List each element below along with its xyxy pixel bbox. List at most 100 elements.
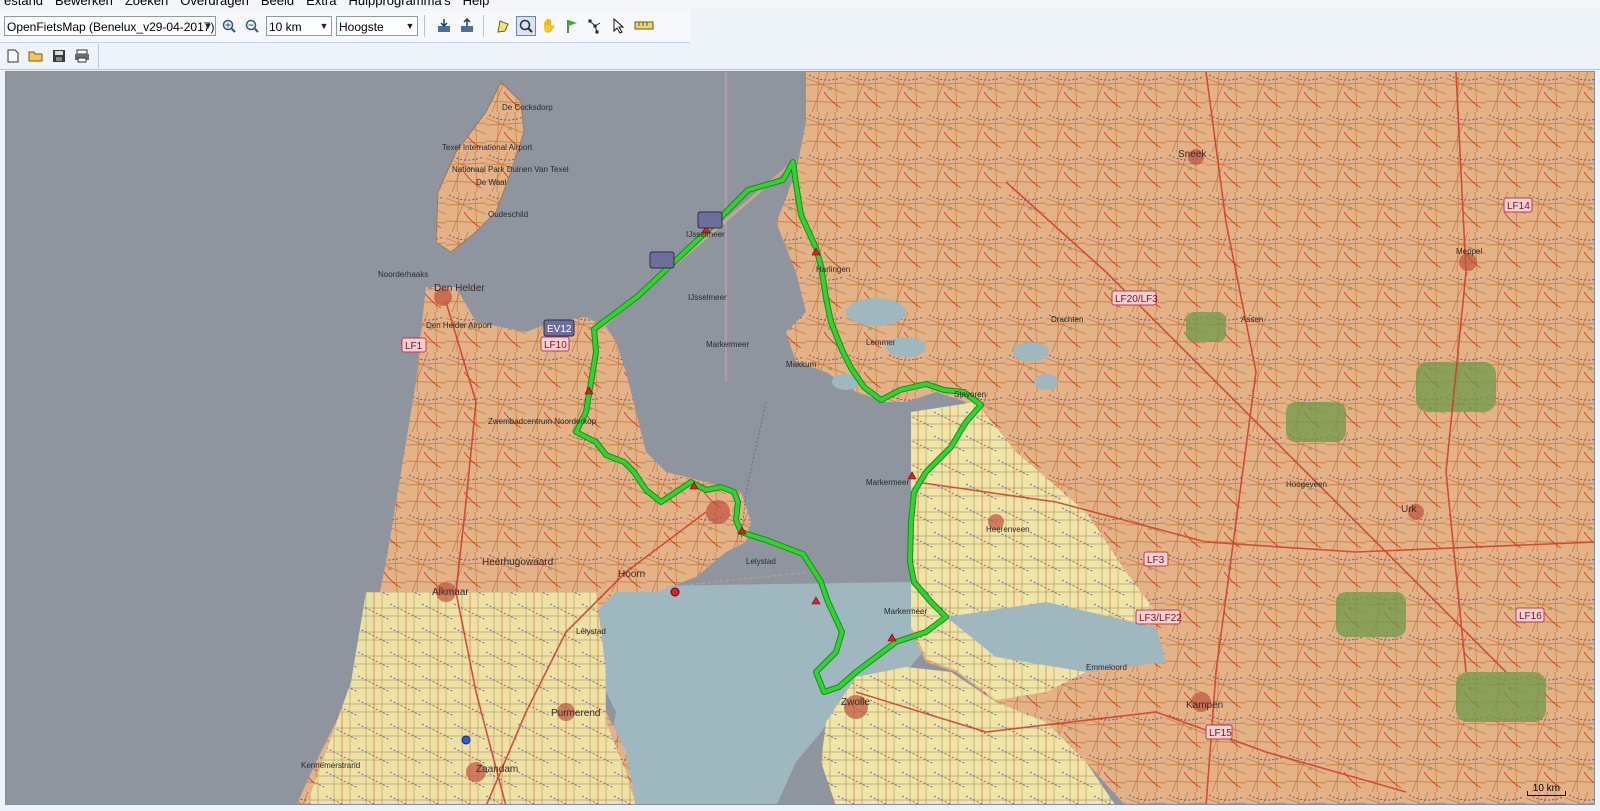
map-scale: 10 km <box>1526 783 1566 796</box>
chevron-down-icon: ▼ <box>203 21 213 31</box>
map-label: Noorderhaaks <box>378 270 428 279</box>
map-label: Assen <box>1241 315 1263 324</box>
map-label: Zaandam <box>476 764 518 775</box>
map-label: IJsselmeer <box>688 293 727 302</box>
svg-text:LF20/LF3: LF20/LF3 <box>1115 294 1158 305</box>
map-label: De Waal <box>476 178 507 187</box>
map-label: IJsselmeer <box>686 230 725 239</box>
menu-item-3[interactable]: Overdragen <box>174 0 255 8</box>
map-label: Sneek <box>1178 149 1207 160</box>
location-pin-icon[interactable] <box>461 735 471 745</box>
menu-bar: estand Bewerken Zoeken Overdragen Beeld Extra… <box>0 0 1600 9</box>
map-label: Heerhugowaard <box>482 557 553 568</box>
ev-route-badge <box>697 211 723 229</box>
map-label: Texel International Airport <box>442 143 533 152</box>
svg-text:LF1: LF1 <box>405 341 423 352</box>
receive-from-device-icon[interactable] <box>434 16 454 36</box>
map-label: Kennemerstrand <box>301 761 360 770</box>
map-label: De Cocksdorp <box>502 103 553 112</box>
svg-text:LF16: LF16 <box>1519 611 1542 622</box>
route-badge: LF15 <box>1205 724 1233 740</box>
route-badge: LF10 <box>540 336 570 352</box>
chevron-down-icon: ▼ <box>405 21 415 31</box>
map-view[interactable]: IJsselmeer IJsselmeer Markermeer Markerm… <box>5 71 1595 805</box>
map-label: Lemmer <box>866 338 896 347</box>
map-product-select[interactable]: OpenFietsMap (Benelux_v29-04-2017) ▼ <box>4 16 216 36</box>
select-pointer-icon[interactable] <box>608 16 628 36</box>
map-label: Lelystad <box>576 627 606 636</box>
map-label: Den Helder Airport <box>426 321 493 330</box>
map-label: Oudeschild <box>488 210 528 219</box>
menu-item-0[interactable]: estand <box>0 0 49 8</box>
route-badge: LF1 <box>401 337 427 353</box>
map-product-value: OpenFietsMap (Benelux_v29-04-2017) <box>7 20 215 34</box>
menu-item-6[interactable]: Hulpprogramma's <box>342 0 456 8</box>
map-label: Zwolle <box>841 697 870 708</box>
zoom-scale-select[interactable]: 10 km ▼ <box>266 16 332 36</box>
send-to-device-icon[interactable] <box>457 16 477 36</box>
svg-text:LF3: LF3 <box>1147 555 1165 566</box>
map-toolbar: OpenFietsMap (Benelux_v29-04-2017) ▼ 10 … <box>0 10 690 43</box>
svg-text:LF15: LF15 <box>1209 728 1232 739</box>
menu-item-4[interactable]: Beeld <box>255 0 300 8</box>
zoom-scale-value: 10 km <box>269 20 302 34</box>
map-label: Kampen <box>1186 700 1223 711</box>
route-icon[interactable] <box>493 16 513 36</box>
save-icon[interactable] <box>49 46 69 66</box>
zoom-tool-icon[interactable] <box>516 16 536 36</box>
map-label: Heerenveen <box>986 525 1030 534</box>
print-icon[interactable] <box>72 46 92 66</box>
map-label: Markermeer <box>866 478 909 487</box>
svg-text:LF14: LF14 <box>1507 201 1530 212</box>
chevron-down-icon: ▼ <box>319 21 329 31</box>
menu-item-1[interactable]: Bewerken <box>49 0 119 8</box>
route-badge: LF20/LF3 <box>1111 290 1158 306</box>
zoom-in-icon[interactable] <box>219 16 239 36</box>
map-label: Meppel <box>1456 247 1482 256</box>
map-label: Den Helder <box>434 283 485 294</box>
map-label: Markermeer <box>706 340 749 349</box>
map-label: Hoogeveen <box>1286 480 1327 489</box>
route-badge: LF14 <box>1503 197 1533 213</box>
map-label: Zwembadcentrum Noorderkop <box>488 417 597 426</box>
menu-item-7[interactable]: Help <box>457 0 496 8</box>
toolbar-separator <box>424 15 425 37</box>
file-toolbar-group <box>0 44 99 68</box>
new-file-icon[interactable] <box>3 46 23 66</box>
measure-icon[interactable] <box>631 16 657 36</box>
map-label: Alkmaar <box>432 587 469 598</box>
menu-item-2[interactable]: Zoeken <box>119 0 174 8</box>
map-label: Purmerend <box>551 708 600 719</box>
file-toolbar <box>0 43 1600 70</box>
ev-route-badge: EV12 <box>543 319 575 337</box>
detail-level-value: Hoogste <box>339 20 384 34</box>
scale-bar <box>1526 791 1566 796</box>
status-bar <box>0 805 1600 811</box>
route-badge: LF3/LF22 <box>1135 609 1182 625</box>
map-label: Urk <box>1401 504 1418 515</box>
map-canvas[interactable]: IJsselmeer IJsselmeer Markermeer Markerm… <box>6 72 1595 805</box>
svg-text:EV12: EV12 <box>547 324 572 335</box>
route-badge: LF3 <box>1143 551 1169 567</box>
map-label: Emmeloord <box>1086 663 1127 672</box>
menu-item-5[interactable]: Extra <box>300 0 342 8</box>
waypoint-flag-icon[interactable] <box>562 16 582 36</box>
ev-route-badge <box>649 251 675 269</box>
map-label: Markermeer <box>884 607 927 616</box>
open-folder-icon[interactable] <box>26 46 46 66</box>
map-label: Makkum <box>786 360 817 369</box>
zoom-out-icon[interactable] <box>242 16 262 36</box>
map-label: Drachten <box>1051 315 1083 324</box>
map-label: Hoorn <box>618 569 645 580</box>
pan-hand-icon[interactable]: ✋ <box>539 16 559 36</box>
detail-level-select[interactable]: Hoogste ▼ <box>336 16 418 36</box>
map-label: Lelystad <box>746 557 776 566</box>
map-label: Nationaal Park Duinen Van Texel <box>452 165 569 174</box>
route-badge: LF16 <box>1515 607 1545 623</box>
svg-text:LF10: LF10 <box>544 340 567 351</box>
svg-text:LF3/LF22: LF3/LF22 <box>1139 613 1182 624</box>
location-pin-icon[interactable] <box>670 587 680 597</box>
toolbar-separator <box>483 15 484 37</box>
map-label: Harlingen <box>816 265 850 274</box>
route-tool-icon[interactable] <box>585 16 605 36</box>
